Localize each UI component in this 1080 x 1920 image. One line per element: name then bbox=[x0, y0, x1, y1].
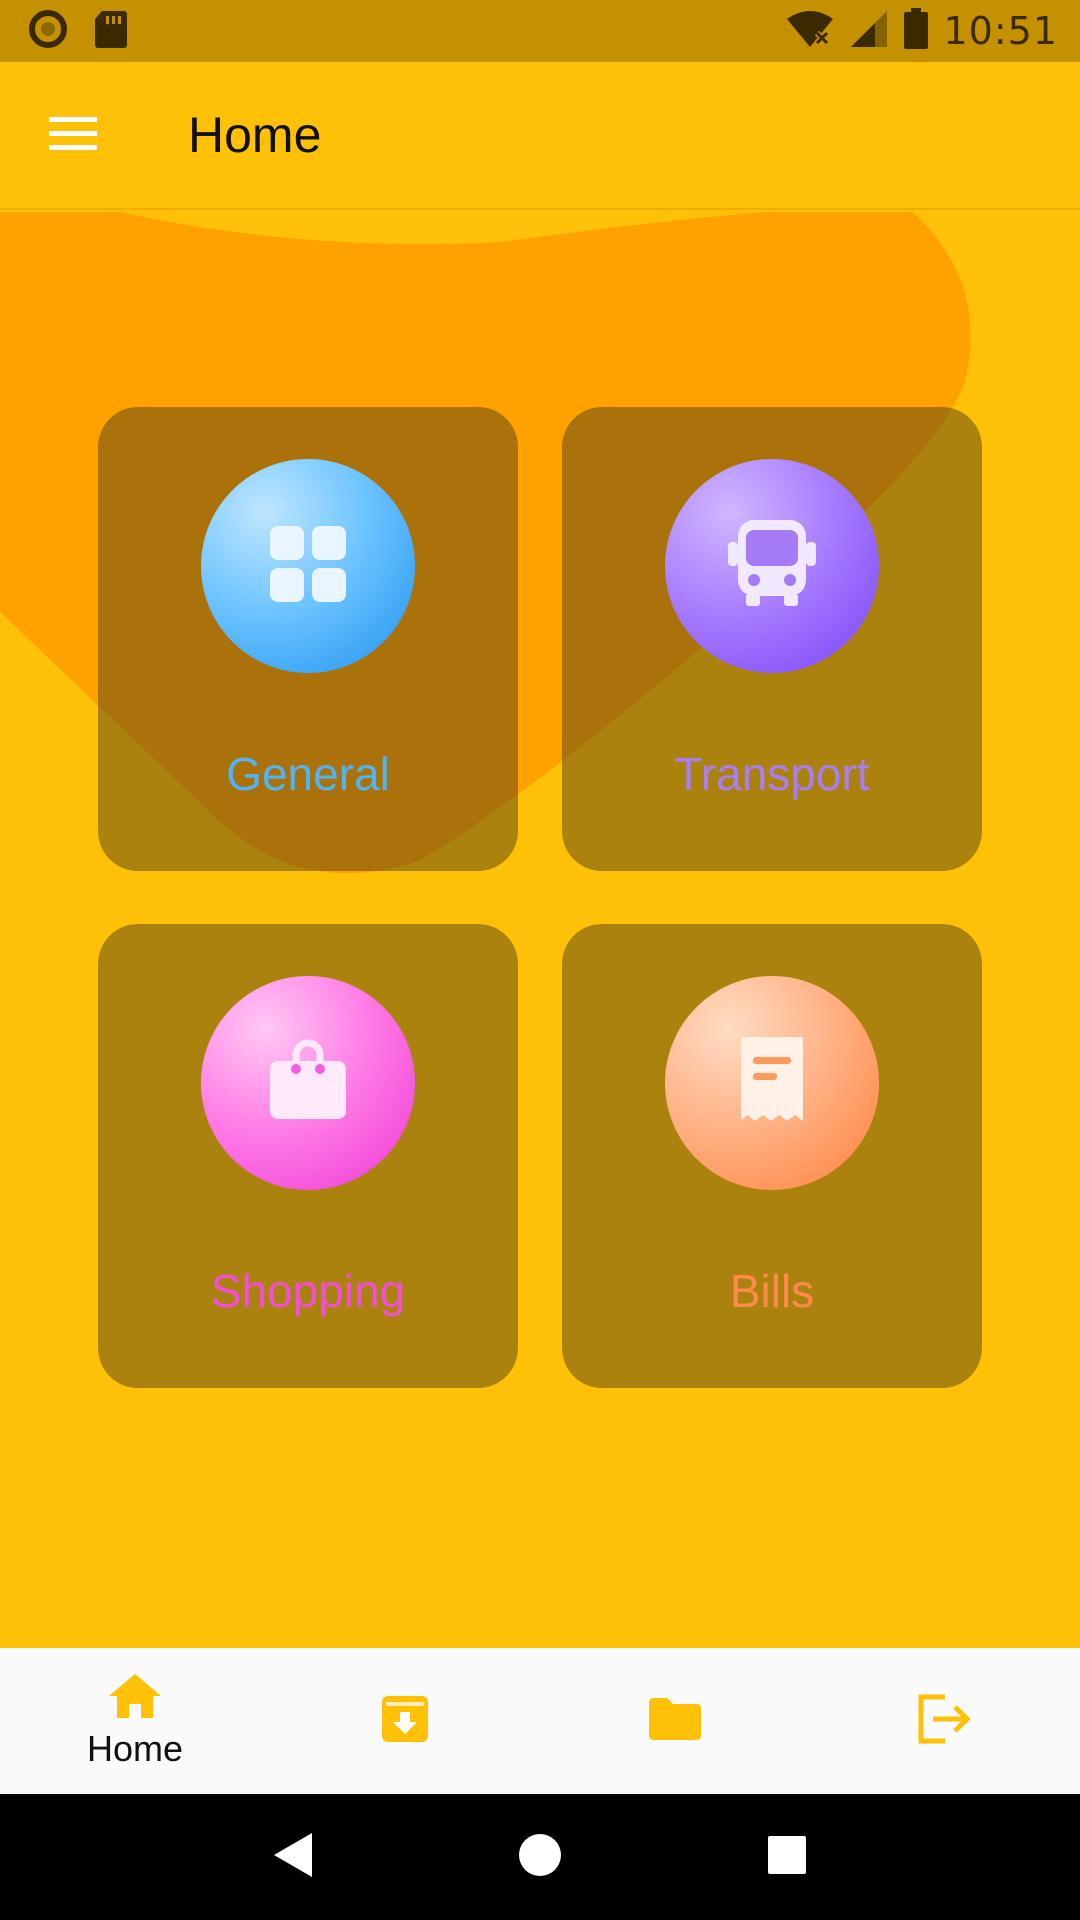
status-time: 10:51 bbox=[943, 9, 1058, 53]
category-icon-circle bbox=[201, 459, 415, 673]
category-label-bills: Bills bbox=[729, 1265, 815, 1317]
category-card-shopping[interactable]: Shopping bbox=[98, 924, 518, 1388]
category-card-general[interactable]: General bbox=[98, 407, 518, 871]
cell-signal-icon bbox=[849, 9, 889, 53]
logout-icon bbox=[917, 1693, 973, 1749]
home-icon bbox=[107, 1672, 163, 1724]
archive-download-icon bbox=[380, 1694, 430, 1748]
category-label-general: General bbox=[226, 748, 390, 800]
nav-label-home: Home bbox=[86, 1728, 184, 1769]
recents-icon bbox=[767, 1835, 807, 1879]
nav-item-archive[interactable] bbox=[270, 1648, 540, 1794]
shopping-bag-icon bbox=[266, 1039, 350, 1127]
page-title: Home bbox=[188, 107, 322, 163]
receipt-icon bbox=[737, 1033, 807, 1133]
system-home-button[interactable] bbox=[495, 1812, 585, 1902]
system-recents-button[interactable] bbox=[742, 1812, 832, 1902]
back-icon bbox=[272, 1831, 314, 1883]
nav-item-home[interactable]: Home bbox=[0, 1648, 270, 1794]
nav-item-logout[interactable] bbox=[810, 1648, 1080, 1794]
folder-icon bbox=[647, 1696, 703, 1746]
category-card-transport[interactable]: Transport bbox=[562, 407, 982, 871]
status-bar: 10:51 bbox=[0, 0, 1080, 62]
category-label-shopping: Shopping bbox=[210, 1265, 406, 1317]
menu-button[interactable] bbox=[23, 85, 123, 185]
sync-circle-icon bbox=[28, 9, 68, 53]
bus-icon bbox=[724, 516, 820, 616]
screen: 10:51 Home General Transport Shopping Bi… bbox=[0, 0, 1080, 1920]
category-label-transport: Transport bbox=[674, 748, 870, 800]
home-circle-icon bbox=[518, 1833, 562, 1881]
bottom-nav: Home bbox=[0, 1648, 1080, 1794]
nav-item-folder[interactable] bbox=[540, 1648, 810, 1794]
category-icon-circle bbox=[665, 976, 879, 1190]
grid-icon bbox=[268, 524, 348, 608]
category-icon-circle bbox=[665, 459, 879, 673]
main-content: General Transport Shopping Bills bbox=[0, 212, 1080, 1648]
category-icon-circle bbox=[201, 976, 415, 1190]
category-card-bills[interactable]: Bills bbox=[562, 924, 982, 1388]
battery-icon bbox=[903, 8, 929, 54]
app-bar: Home bbox=[0, 62, 1080, 210]
wifi-off-icon bbox=[785, 9, 835, 53]
system-nav-bar bbox=[0, 1794, 1080, 1920]
system-back-button[interactable] bbox=[248, 1812, 338, 1902]
sd-card-icon bbox=[94, 9, 128, 53]
hamburger-menu-icon bbox=[47, 113, 99, 157]
